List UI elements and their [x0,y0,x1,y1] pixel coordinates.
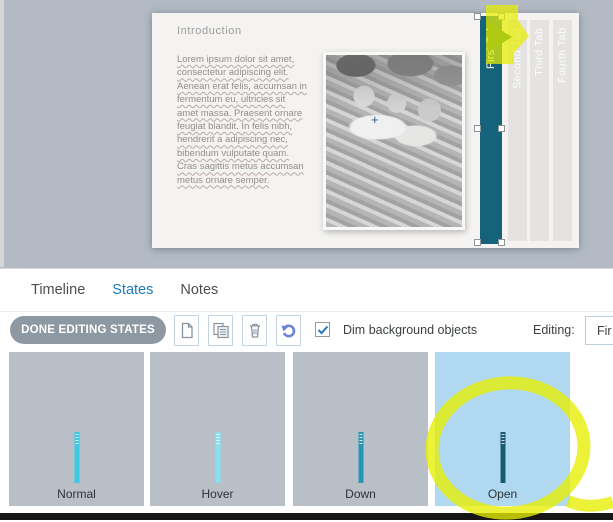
slide-tab-first-label: First Tab [485,24,497,69]
stage-canvas: Introduction Lorem ipsum dolor sit amet,… [0,0,613,268]
selection-handle[interactable] [498,239,505,246]
state-card-normal[interactable]: Normal [9,352,144,506]
delete-state-icon [249,323,260,338]
editing-label: Editing: [533,323,575,337]
bottom-bar [0,513,613,520]
done-editing-states-button[interactable]: DONE EDITING STATES [10,316,166,344]
tab-notes[interactable]: Notes [180,282,218,298]
state-label: Open [487,487,518,501]
slide-body-text[interactable]: Lorem ipsum dolor sit amet, consectetur … [177,53,307,187]
states-toolbar: DONE EDITING STATES Dim background objec… [0,312,613,352]
slide-tab-second[interactable]: Second Tab [508,20,527,241]
state-label: Hover [201,487,234,501]
slide-title: Introduction [177,25,242,37]
restore-state-button[interactable] [276,315,301,346]
timeline-states-panel: Timeline States Notes DONE EDITING STATE… [0,268,613,522]
state-card-hover[interactable]: Hover [150,352,285,506]
selection-handle[interactable] [498,13,505,20]
new-state-icon [181,322,193,339]
slide-preview: Introduction Lorem ipsum dolor sit amet,… [152,13,579,248]
restore-state-icon [281,324,295,338]
tab-thumbnail [358,432,363,483]
tab-thumbnail [74,432,79,483]
selection-handle[interactable] [498,125,505,132]
tab-thumbnail [215,432,220,483]
selection-handle[interactable] [474,239,481,246]
states-editor-window: Introduction Lorem ipsum dolor sit amet,… [0,0,613,522]
state-label: Normal [57,487,96,501]
canvas-left-strip [0,0,4,267]
slide-tab-third-label: Third Tab [533,28,546,77]
vegetables-photo[interactable] [323,52,465,230]
checkmark-icon [317,325,328,334]
slide-tab-fourth-label: Fourth Tab [556,28,569,84]
delete-state-button[interactable] [242,315,267,346]
panel-nav-tabs: Timeline States Notes [0,269,613,312]
state-label: Down [345,487,376,501]
new-state-button[interactable] [174,315,199,346]
slide-tab-second-label: Second Tab [511,28,524,89]
tab-states[interactable]: States [112,282,153,298]
tab-timeline[interactable]: Timeline [31,282,85,298]
duplicate-state-button[interactable] [208,315,233,346]
tab-thumbnail [500,432,505,483]
state-card-down[interactable]: Down [293,352,428,506]
state-card-open[interactable]: Open [435,352,570,506]
slide-tab-fourth[interactable]: Fourth Tab [553,20,572,241]
dim-background-checkbox[interactable] [315,322,330,337]
duplicate-state-icon [212,322,229,339]
selection-handle[interactable] [474,125,481,132]
selection-handle[interactable] [474,13,481,20]
crosshair-icon: + [371,112,379,127]
editing-state-dropdown[interactable]: Fir [585,316,613,345]
dim-background-label: Dim background objects [343,323,478,337]
slide-tab-third[interactable]: Third Tab [530,20,549,241]
